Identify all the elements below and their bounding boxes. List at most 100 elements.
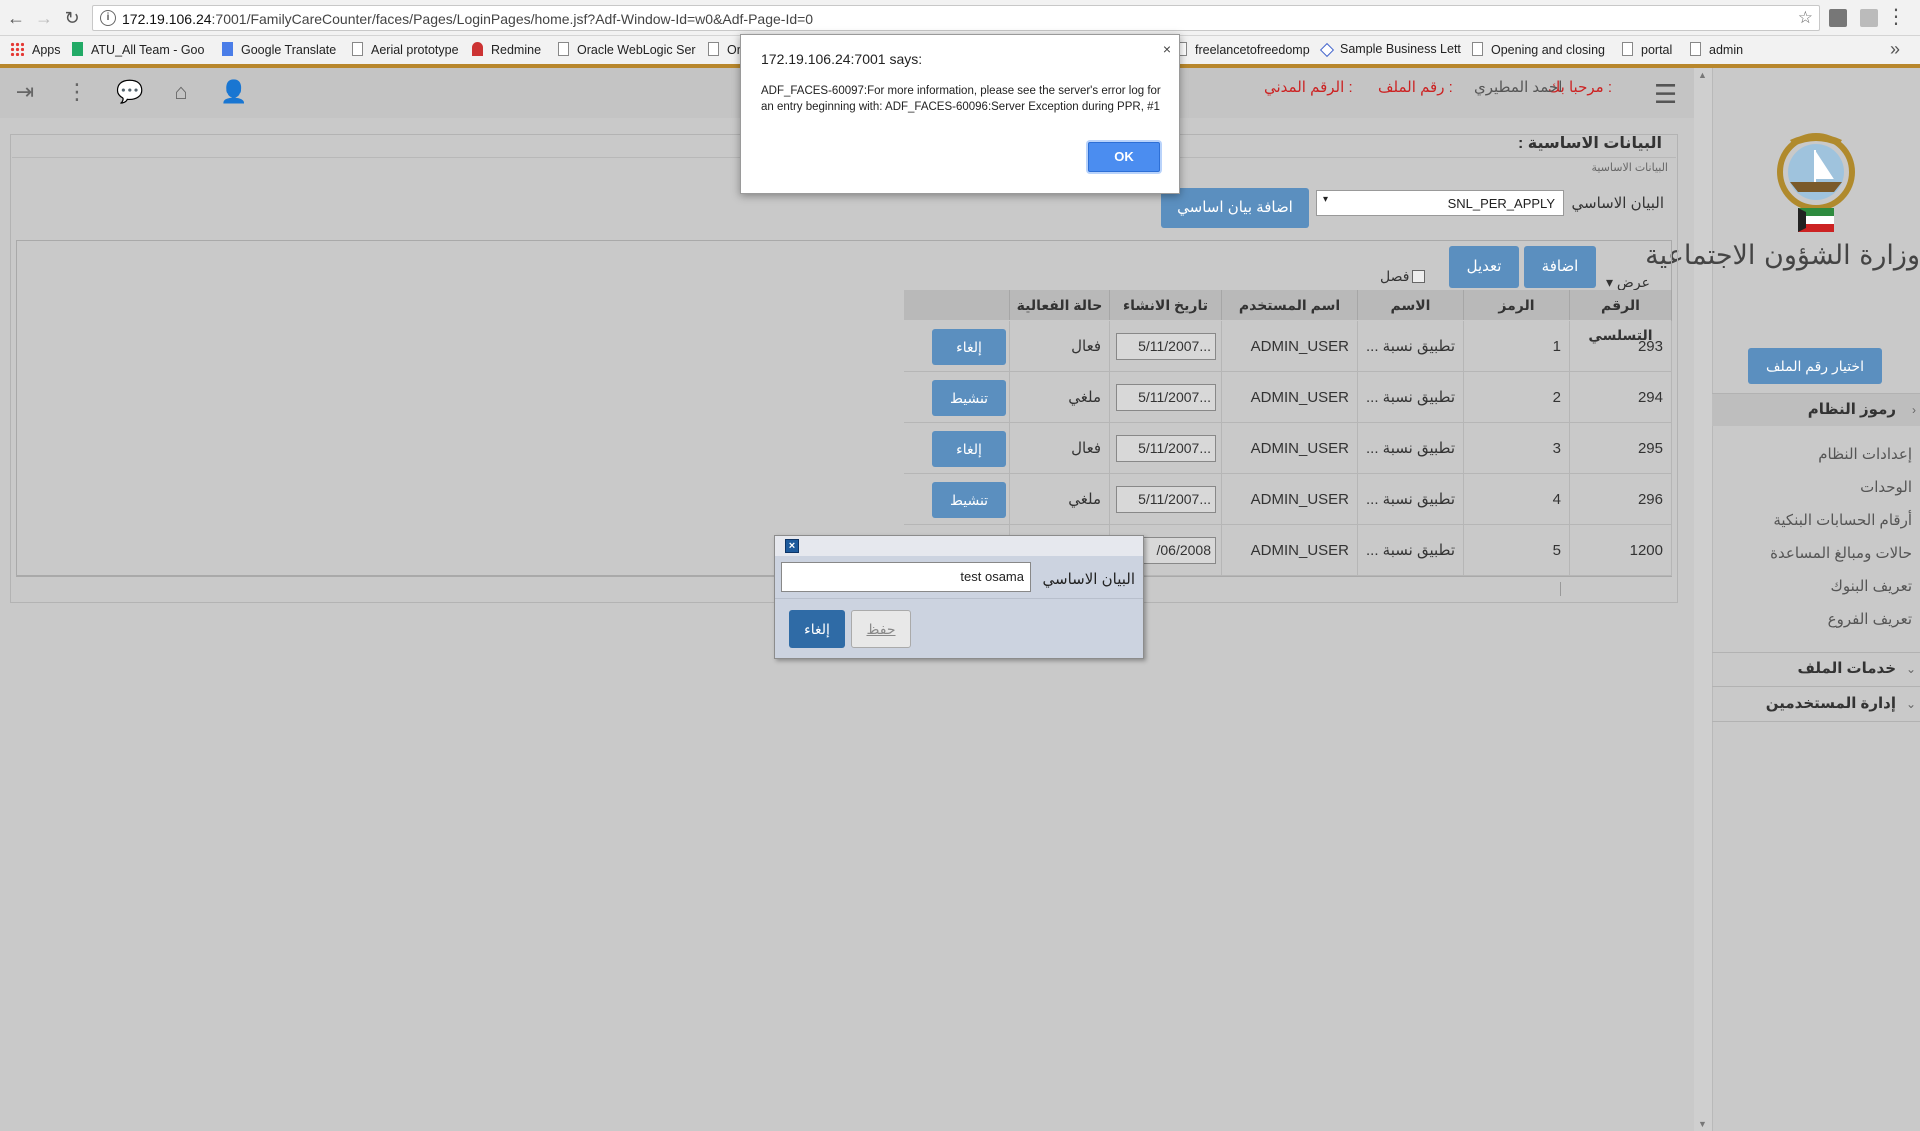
back-arrow-icon[interactable]: ←	[4, 6, 28, 30]
edit-button[interactable]: تعديل	[1449, 246, 1519, 288]
activate-button[interactable]: إلغاء	[932, 431, 1006, 467]
home-icon[interactable]: ⌂	[168, 80, 194, 104]
logout-icon[interactable]: ⇥	[12, 80, 38, 104]
bookmark-apps[interactable]: Apps	[10, 42, 61, 57]
user-icon[interactable]: 👤	[220, 80, 247, 104]
cell-code: 3	[1464, 423, 1570, 474]
bookmark-item[interactable]: Aerial prototype	[352, 42, 459, 57]
bookmark-item[interactable]: admin	[1690, 42, 1743, 57]
info-icon[interactable]: i	[100, 10, 116, 26]
extension-icon-2[interactable]	[1860, 9, 1878, 27]
col-header-code[interactable]: الرمز	[1464, 290, 1570, 320]
extension-icon[interactable]	[1829, 9, 1847, 27]
bookmark-item[interactable]: Google Translate	[222, 42, 336, 57]
close-icon[interactable]: ×	[785, 539, 799, 553]
forward-arrow-icon[interactable]: →	[32, 6, 56, 30]
cell-date: 5/11/2007...	[1110, 423, 1222, 474]
cell-date: 5/11/2007...	[1110, 321, 1222, 372]
select-file-button[interactable]: اختيار رقم الملف	[1748, 348, 1882, 384]
bookmarks-overflow-icon[interactable]: »	[1890, 39, 1900, 60]
cell-status: ملغي	[1010, 474, 1110, 525]
bookmark-item[interactable]: portal	[1622, 42, 1672, 57]
sidebar-item-banks[interactable]: تعريف البنوك	[1712, 577, 1912, 595]
cell-status-text: ملغي	[1068, 491, 1101, 508]
cell-code: 2	[1464, 372, 1570, 423]
col-header-user[interactable]: اسم المستخدم	[1222, 290, 1358, 320]
detach-label: فصل	[1380, 268, 1410, 284]
date-field[interactable]: 5/11/2007...	[1116, 384, 1216, 411]
cell-user: ADMIN_USER	[1222, 525, 1358, 576]
col-header-name[interactable]: الاسم	[1358, 290, 1464, 320]
js-alert-dialog: 172.19.106.24:7001 says: × ADF_FACES-600…	[740, 34, 1180, 194]
cell-code-text: 3	[1552, 440, 1561, 457]
date-field[interactable]: 5/11/2007...	[1116, 435, 1216, 462]
page-scrollbar[interactable]: ▲ ▼	[1694, 68, 1712, 1131]
cell-user: ADMIN_USER	[1222, 372, 1358, 423]
date-field[interactable]: 5/11/2007...	[1116, 333, 1216, 360]
browser-menu-icon[interactable]: ⋮	[1886, 4, 1906, 30]
cell-name: تطبيق نسبة ...	[1358, 525, 1464, 576]
col-header-action	[904, 290, 1010, 320]
activate-button[interactable]: تنشيط	[932, 380, 1006, 416]
col-header-serial[interactable]: الرقم التسلسي	[1570, 290, 1672, 343]
save-button[interactable]: حفظ	[851, 610, 911, 648]
cell-date: 5/11/2007...	[1110, 372, 1222, 423]
bookmark-item[interactable]: ATU_All Team - Goo	[72, 42, 204, 57]
sidebar-section-file-services[interactable]: خدمات الملف ⌄	[1712, 653, 1920, 685]
sidebar-section-system-codes[interactable]: رموز النظام ‹	[1712, 394, 1920, 426]
bookmark-item[interactable]: Or	[708, 42, 741, 57]
cell-action: تنشيط	[904, 372, 1010, 423]
col-header-date[interactable]: تاريخ الانشاء	[1110, 290, 1222, 320]
sidebar-item-units[interactable]: الوحدات	[1712, 478, 1912, 496]
sidebar-item-system-settings[interactable]: إعدادات النظام	[1712, 445, 1912, 463]
chat-icon[interactable]: 💬	[116, 80, 143, 104]
url-text: 172.19.106.24:7001/FamilyCareCounter/fac…	[122, 11, 814, 27]
basic-data-input[interactable]: test osama	[781, 562, 1031, 592]
add-basic-data-button[interactable]: اضافة بيان اساسي	[1161, 188, 1309, 228]
basic-data-select[interactable]: ▾ SNL_PER_APPLY	[1316, 190, 1564, 216]
table-footer-divider	[1560, 582, 1561, 596]
sidebar-item-aid-cases[interactable]: حالات ومبالغ المساعدة	[1712, 544, 1912, 562]
bookmark-item[interactable]: Sample Business Lett	[1319, 42, 1461, 58]
cell-date: 5/11/2007...	[1110, 474, 1222, 525]
chevron-down-icon: ⌄	[1905, 697, 1916, 711]
section-label: إدارة المستخدمين	[1765, 695, 1896, 712]
cell-status-text: فعال	[1071, 440, 1101, 457]
cell-code-text: 2	[1552, 389, 1561, 406]
cell-name-text: تطبيق نسبة ...	[1365, 338, 1455, 355]
cell-action: تنشيط	[904, 474, 1010, 525]
cell-user-text: ADMIN_USER	[1250, 542, 1349, 559]
date-field[interactable]: 5/11/2007...	[1116, 486, 1216, 513]
view-menu[interactable]: عرض ▾	[1606, 274, 1650, 291]
cell-user-text: ADMIN_USER	[1250, 440, 1349, 457]
cell-action: إلغاء	[904, 423, 1010, 474]
bookmark-item[interactable]: Redmine	[472, 42, 541, 57]
cancel-button[interactable]: إلغاء	[789, 610, 845, 648]
detach-toggle[interactable]: فصل	[1380, 268, 1426, 285]
bookmark-item[interactable]: Oracle WebLogic Ser	[558, 42, 696, 57]
page-icon	[352, 42, 363, 56]
menu-hamburger-icon[interactable]: ☰	[1654, 81, 1677, 107]
sidebar-item-bank-accounts[interactable]: أرقام الحسابات البنكية	[1712, 511, 1912, 529]
sidebar-divider	[1712, 686, 1920, 687]
activate-button[interactable]: إلغاء	[932, 329, 1006, 365]
address-bar[interactable]: i 172.19.106.24:7001/FamilyCareCounter/f…	[92, 5, 1820, 31]
page-title: البيانات الاساسية :	[1518, 135, 1662, 152]
cell-serial-text: 295	[1637, 440, 1663, 457]
bookmark-item[interactable]: freelancetofreedomp	[1176, 42, 1310, 57]
cell-user-text: ADMIN_USER	[1250, 491, 1349, 508]
alert-close-icon[interactable]: ×	[1163, 41, 1171, 57]
scroll-down-icon[interactable]: ▼	[1698, 1119, 1707, 1129]
bookmark-item[interactable]: Opening and closing	[1472, 42, 1605, 57]
sidebar-item-branches[interactable]: تعريف الفروع	[1712, 610, 1912, 628]
star-icon[interactable]: ☆	[1798, 8, 1813, 28]
sidebar-section-user-management[interactable]: إدارة المستخدمين ⌄	[1712, 688, 1920, 720]
activate-button[interactable]: تنشيط	[932, 482, 1006, 518]
more-vertical-icon[interactable]: ⋮	[64, 80, 90, 104]
cell-serial-text: 293	[1637, 338, 1663, 355]
add-button[interactable]: اضافة	[1524, 246, 1596, 288]
scroll-up-icon[interactable]: ▲	[1698, 70, 1707, 80]
ok-button[interactable]: OK	[1088, 142, 1160, 172]
reload-icon[interactable]: ↻	[60, 6, 84, 30]
col-header-status[interactable]: حالة الفعالية	[1010, 290, 1110, 320]
